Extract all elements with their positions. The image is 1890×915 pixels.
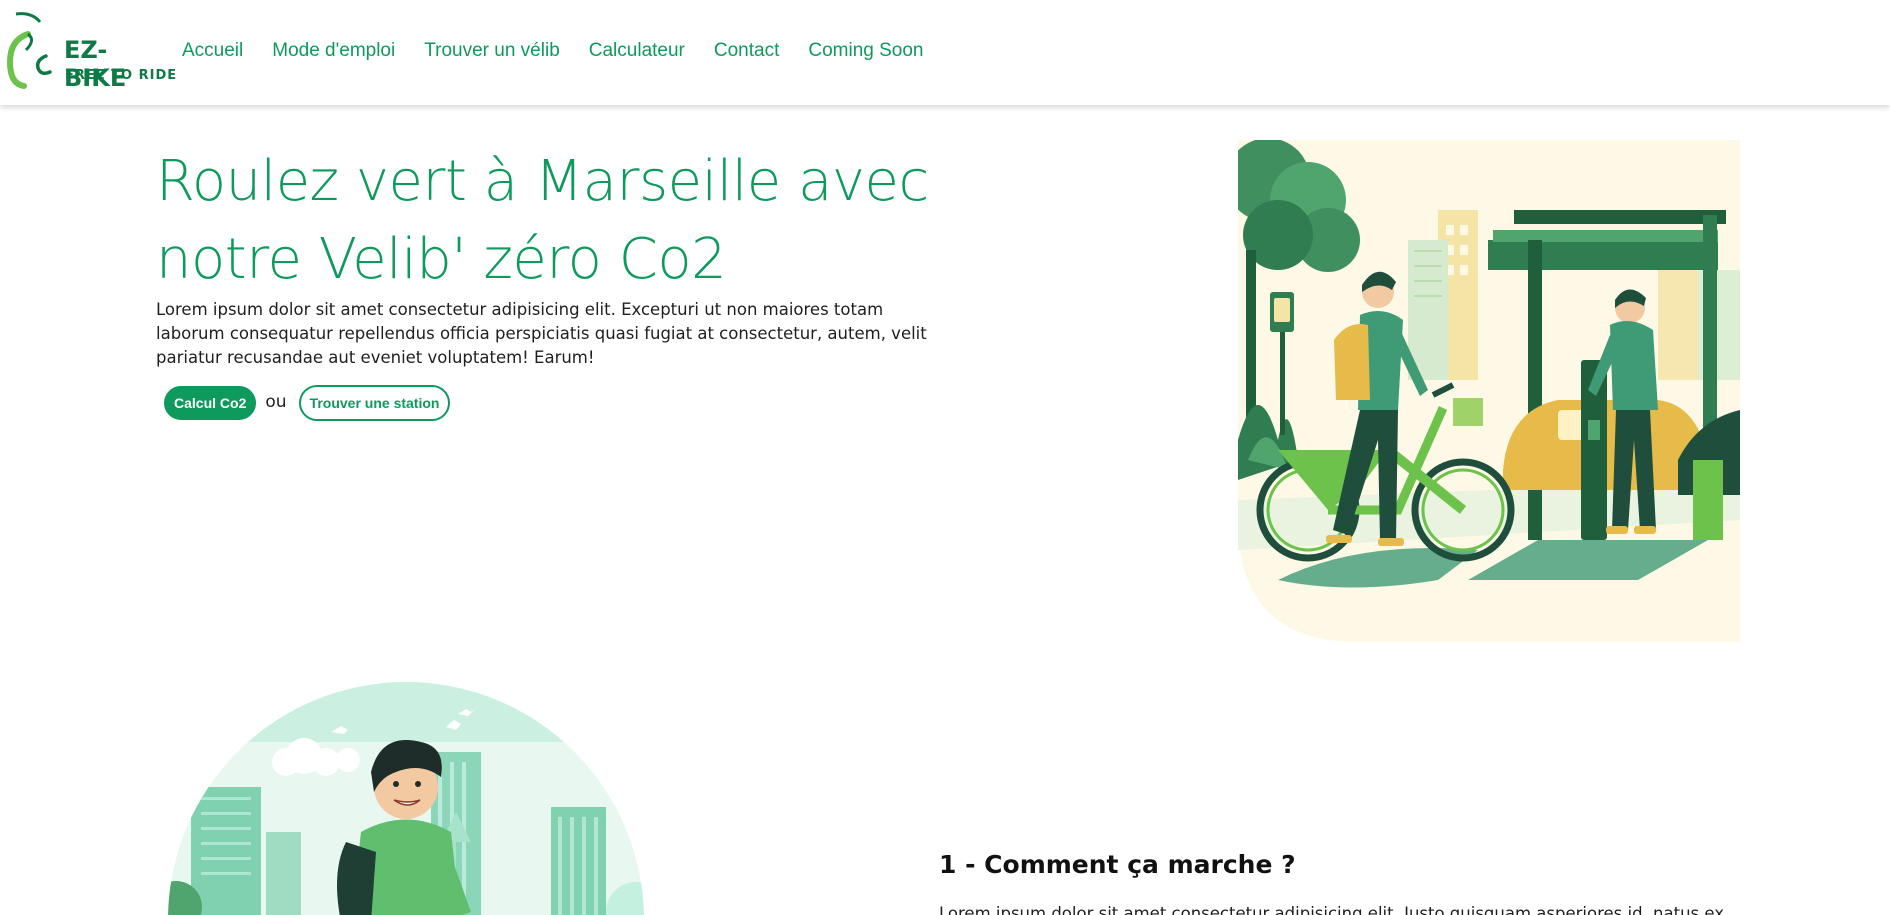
brand-logo[interactable]: EZ-BIKE FREE TO RIDE (6, 10, 176, 92)
section-title: 1 - Comment ça marche ? (939, 850, 1296, 879)
nav-item-contact[interactable]: Contact (714, 38, 779, 64)
or-separator: ou (265, 392, 287, 412)
find-station-button[interactable]: Trouver une station (298, 385, 451, 421)
navbar: EZ-BIKE FREE TO RIDE Accueil Mode d'empl… (0, 0, 1890, 105)
nav-item-mode-emploi[interactable]: Mode d'emploi (272, 38, 395, 64)
brand-title: EZ-BIKE (64, 36, 127, 92)
nav-item-coming-soon[interactable]: Coming Soon (808, 38, 923, 64)
brand-tagline: FREE TO RIDE (65, 68, 178, 83)
cyclist-city-illustration (168, 682, 644, 915)
bicycle-logo-icon (6, 12, 52, 89)
hero-actions: Calcul Co2 ou Trouver une station (164, 385, 451, 421)
bike-station-illustration (1238, 140, 1740, 642)
nav-item-trouver-velib[interactable]: Trouver un vélib (424, 38, 560, 64)
nav-item-calculateur[interactable]: Calculateur (589, 38, 685, 64)
calcul-co2-button[interactable]: Calcul Co2 (164, 386, 257, 420)
section-description: Lorem ipsum dolor sit amet consectetur a… (939, 904, 1724, 915)
hero-description: Lorem ipsum dolor sit amet consectetur a… (156, 300, 927, 367)
nav-item-accueil[interactable]: Accueil (182, 38, 243, 64)
main-nav: Accueil Mode d'emploi Trouver un vélib C… (182, 38, 952, 64)
hero-title: Roulez vert à Marseille avec notre Velib… (156, 149, 929, 292)
